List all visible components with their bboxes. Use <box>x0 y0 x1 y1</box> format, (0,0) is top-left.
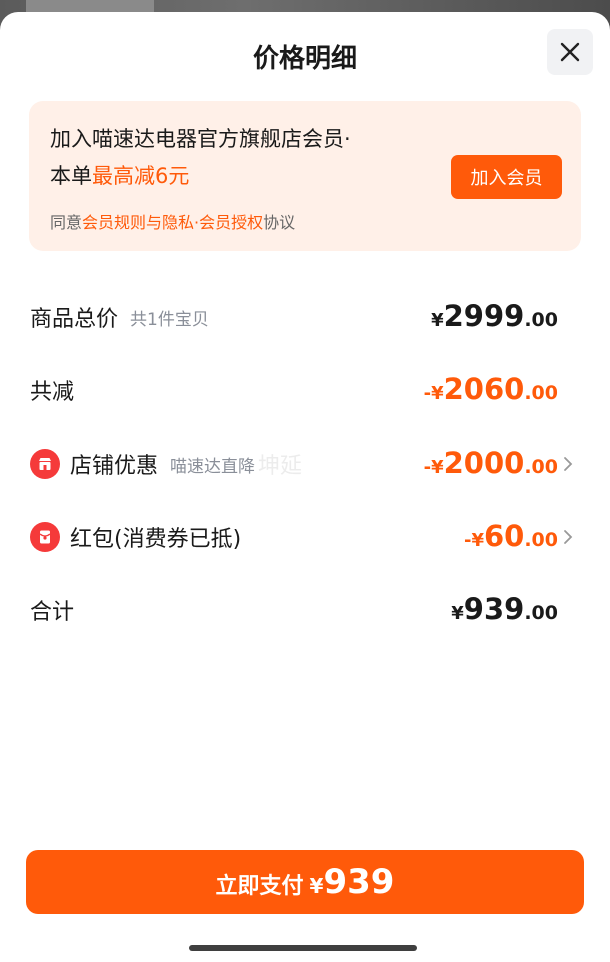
grand-total-label: 合计 <box>30 600 75 625</box>
grand-total-amount: ¥939.00 <box>451 590 558 630</box>
membership-promo-banner: 加入喵速达电器官方旗舰店会员· 本单最高减6元 加入会员 同意会员规则与隐私·会… <box>29 101 581 251</box>
join-member-button[interactable]: 加入会员 <box>451 155 562 199</box>
total-discount-label: 共减 <box>30 380 75 405</box>
currency-symbol: -¥ <box>423 383 444 404</box>
currency-symbol: ¥ <box>451 603 464 624</box>
amount-decimal: .00 <box>524 529 558 551</box>
close-button[interactable] <box>547 29 593 75</box>
amount-decimal: .00 <box>524 602 558 624</box>
currency-symbol: -¥ <box>463 530 484 551</box>
amount-integer: 2060 <box>443 372 525 406</box>
agreement-prefix: 同意 <box>50 213 83 232</box>
amount-integer: 939 <box>463 592 525 626</box>
watermark: 坤延 <box>258 454 303 479</box>
pay-currency-symbol: ¥ <box>309 874 324 898</box>
shop-discount-amount: -¥ 2000.00 <box>424 444 558 484</box>
goods-total-amount: ¥2999.00 <box>431 297 558 337</box>
chevron-right-icon <box>564 457 573 471</box>
red-packet-row[interactable]: 红包(消费券已抵) -¥ 60.00 <box>30 517 573 557</box>
amount-integer: 2000 <box>443 446 525 480</box>
agreement-suffix: 协议 <box>263 213 296 232</box>
currency-symbol: -¥ <box>423 457 444 478</box>
total-discount-row: 共减 -¥ 2060.00 <box>30 370 558 410</box>
shop-discount-type: 喵速达直降 <box>170 456 256 477</box>
amount-integer: 2999 <box>443 299 525 333</box>
shop-icon <box>30 449 60 479</box>
pay-amount: 939 <box>323 862 395 902</box>
agreement-text: 同意会员规则与隐私·会员授权协议 <box>50 209 295 233</box>
goods-total-label: 商品总价 <box>30 307 119 332</box>
goods-count: 共1件宝贝 <box>130 309 209 330</box>
goods-total-row: 商品总价 共1件宝贝 ¥2999.00 <box>30 297 558 337</box>
price-detail-sheet: 价格明细 加入喵速达电器官方旗舰店会员· 本单最高减6元 加入会员 同意会员规则… <box>0 12 610 962</box>
sheet-title: 价格明细 <box>252 44 357 74</box>
amount-decimal: .00 <box>524 456 558 478</box>
agreement-link[interactable]: 会员规则与隐私·会员授权 <box>82 213 263 232</box>
promo-highlight: 最高减6元 <box>92 164 190 188</box>
amount-integer: 60 <box>483 519 525 553</box>
pay-now-label: 立即支付 <box>215 874 304 899</box>
red-packet-amount: -¥ 60.00 <box>464 517 558 557</box>
promo-subtitle: 本单最高减6元 <box>50 160 189 190</box>
home-indicator[interactable] <box>189 945 417 951</box>
currency-symbol: ¥ <box>431 310 444 331</box>
total-discount-amount: -¥ 2060.00 <box>424 370 558 410</box>
close-icon <box>560 42 580 62</box>
red-packet-icon <box>30 522 60 552</box>
red-packet-label: 红包(消费券已抵) <box>70 527 242 552</box>
pay-now-button[interactable]: 立即支付 ¥ 939 <box>26 850 584 914</box>
amount-decimal: .00 <box>524 382 558 404</box>
grand-total-row: 合计 ¥939.00 <box>30 590 558 630</box>
promo-title: 加入喵速达电器官方旗舰店会员· <box>50 127 351 151</box>
amount-decimal: .00 <box>524 309 558 331</box>
chevron-right-icon <box>564 530 573 544</box>
shop-discount-label: 店铺优惠 <box>70 454 159 479</box>
promo-subtitle-prefix: 本单 <box>50 164 92 188</box>
